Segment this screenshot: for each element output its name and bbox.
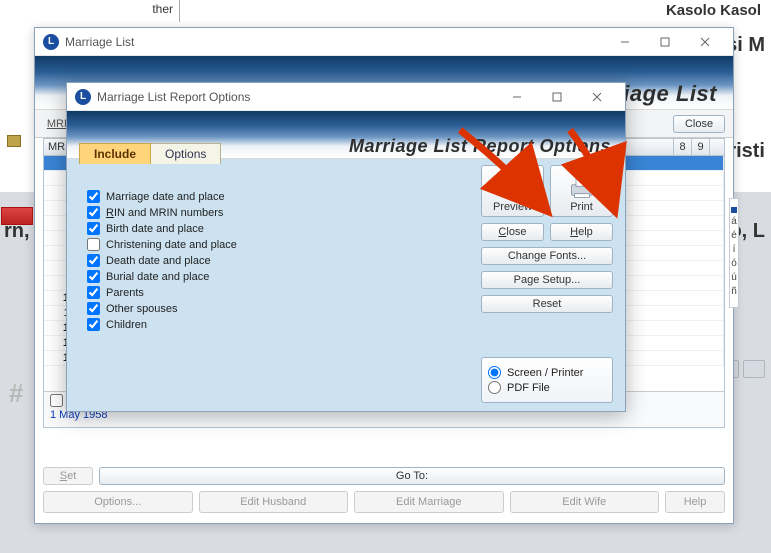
bg-cell-right: Kasolo Kasol xyxy=(180,0,771,22)
include-checkbox[interactable] xyxy=(87,270,100,283)
reset-button[interactable]: Reset xyxy=(481,295,613,313)
marriage-check-input[interactable] xyxy=(50,394,63,407)
edit-wife-button[interactable]: Edit Wife xyxy=(510,491,660,513)
include-checkbox[interactable] xyxy=(87,222,100,235)
red-marker xyxy=(1,207,33,225)
accent-swatch xyxy=(731,207,737,213)
edit-husband-button[interactable]: Edit Husband xyxy=(199,491,349,513)
goto-button[interactable]: Go To: xyxy=(99,467,725,485)
help-button[interactable]: Help xyxy=(665,491,725,513)
include-label: Death date and place xyxy=(106,255,211,267)
col-num-9[interactable]: 9 xyxy=(692,139,710,155)
include-option[interactable]: Marriage date and place xyxy=(87,190,447,203)
include-panel: Marriage date and place RIN and MRIN numb… xyxy=(77,165,457,407)
include-checkbox[interactable] xyxy=(87,190,100,203)
gold-marker xyxy=(7,135,21,147)
include-label: Christening date and place xyxy=(106,239,237,251)
include-label: Burial date and place xyxy=(106,271,209,283)
accent-char[interactable]: ú xyxy=(730,271,738,285)
output-pdf-label: PDF File xyxy=(507,382,550,394)
accent-char[interactable]: ñ xyxy=(730,285,738,299)
include-option[interactable]: Burial date and place xyxy=(87,270,447,283)
include-checkbox[interactable] xyxy=(87,254,100,267)
accent-char[interactable]: í xyxy=(730,243,738,257)
app-logo-icon: L xyxy=(43,34,59,50)
include-option[interactable]: Birth date and place xyxy=(87,222,447,235)
include-label: Children xyxy=(106,319,147,331)
include-option[interactable]: RIN and MRIN numbers xyxy=(87,206,447,219)
include-option[interactable]: Parents xyxy=(87,286,447,299)
output-pdf-input[interactable] xyxy=(488,381,501,394)
change-fonts-button[interactable]: Change Fonts... xyxy=(481,247,613,265)
output-group: Screen / Printer PDF File xyxy=(481,357,613,403)
close-button[interactable]: Close xyxy=(673,115,725,133)
bottom-buttons: Options... Edit Husband Edit Marriage Ed… xyxy=(43,491,725,513)
include-option[interactable]: Children xyxy=(87,318,447,331)
minimize-button[interactable] xyxy=(605,28,645,56)
dialog-logo-icon: L xyxy=(75,89,91,105)
report-options-dialog: L Marriage List Report Options Marriage … xyxy=(66,82,626,412)
hash-icon: # xyxy=(9,378,23,409)
include-checkbox[interactable] xyxy=(87,318,100,331)
accent-char-strip[interactable]: áéíóúñ xyxy=(729,198,739,308)
page-setup-button[interactable]: Page Setup... xyxy=(481,271,613,289)
printer-icon xyxy=(567,173,597,201)
set-label: et xyxy=(67,470,76,482)
dialog-help-button[interactable]: Help xyxy=(550,223,613,241)
maximize-button[interactable] xyxy=(645,28,685,56)
include-option[interactable]: Other spouses xyxy=(87,302,447,315)
tabstrip: Include Options xyxy=(79,143,220,164)
include-label: Birth date and place xyxy=(106,223,204,235)
bg-cell-left: ther xyxy=(0,0,180,22)
accent-char[interactable]: é xyxy=(730,229,738,243)
col-spacer xyxy=(710,139,724,155)
dialog-header: Marriage List Report Options xyxy=(349,136,611,157)
bg-row: ther Kasolo Kasol xyxy=(0,0,771,22)
dialog-close-icon-button[interactable] xyxy=(577,83,617,111)
include-option[interactable]: Christening date and place xyxy=(87,238,447,251)
tab-include[interactable]: Include xyxy=(79,143,151,164)
include-label: Parents xyxy=(106,287,144,299)
accent-char[interactable]: á xyxy=(730,215,738,229)
dialog-maximize-button[interactable] xyxy=(537,83,577,111)
include-checkbox[interactable] xyxy=(87,206,100,219)
dialog-title: Marriage List Report Options xyxy=(97,90,250,104)
include-checkbox[interactable] xyxy=(87,238,100,251)
bg-icon-2 xyxy=(743,360,765,378)
print-button[interactable]: Print xyxy=(550,165,613,217)
edit-marriage-button[interactable]: Edit Marriage xyxy=(354,491,504,513)
include-label: Other spouses xyxy=(106,303,178,315)
window-title: Marriage List xyxy=(65,35,134,49)
preview-label: Preview xyxy=(493,201,532,213)
include-label: RIN and MRIN numbers xyxy=(106,207,223,219)
col-num-8[interactable]: 8 xyxy=(674,139,692,155)
set-button[interactable]: Set xyxy=(43,467,93,485)
printer-preview-icon xyxy=(498,173,528,201)
dialog-body: Include Options Marriage date and placeR… xyxy=(67,159,625,411)
dialog-titlebar: L Marriage List Report Options xyxy=(67,83,625,111)
dialog-minimize-button[interactable] xyxy=(497,83,537,111)
options-button[interactable]: Options... xyxy=(43,491,193,513)
side-panel: Preview Print Close Help Change Fonts... xyxy=(477,161,617,407)
output-pdf-radio[interactable]: PDF File xyxy=(488,381,606,394)
bottom-row-goto: Set Go To: xyxy=(43,467,725,485)
window-close-button[interactable] xyxy=(685,28,725,56)
output-screen-radio[interactable]: Screen / Printer xyxy=(488,366,606,379)
dialog-close-button[interactable]: Close xyxy=(481,223,544,241)
output-screen-label: Screen / Printer xyxy=(507,367,583,379)
include-option[interactable]: Death date and place xyxy=(87,254,447,267)
preview-button[interactable]: Preview xyxy=(481,165,544,217)
titlebar: L Marriage List xyxy=(35,28,733,56)
print-label: Print xyxy=(570,201,593,213)
include-checkbox[interactable] xyxy=(87,302,100,315)
include-label: Marriage date and place xyxy=(106,191,225,203)
tab-options[interactable]: Options xyxy=(150,143,221,164)
output-screen-input[interactable] xyxy=(488,366,501,379)
accent-char[interactable]: ó xyxy=(730,257,738,271)
include-checkbox[interactable] xyxy=(87,286,100,299)
